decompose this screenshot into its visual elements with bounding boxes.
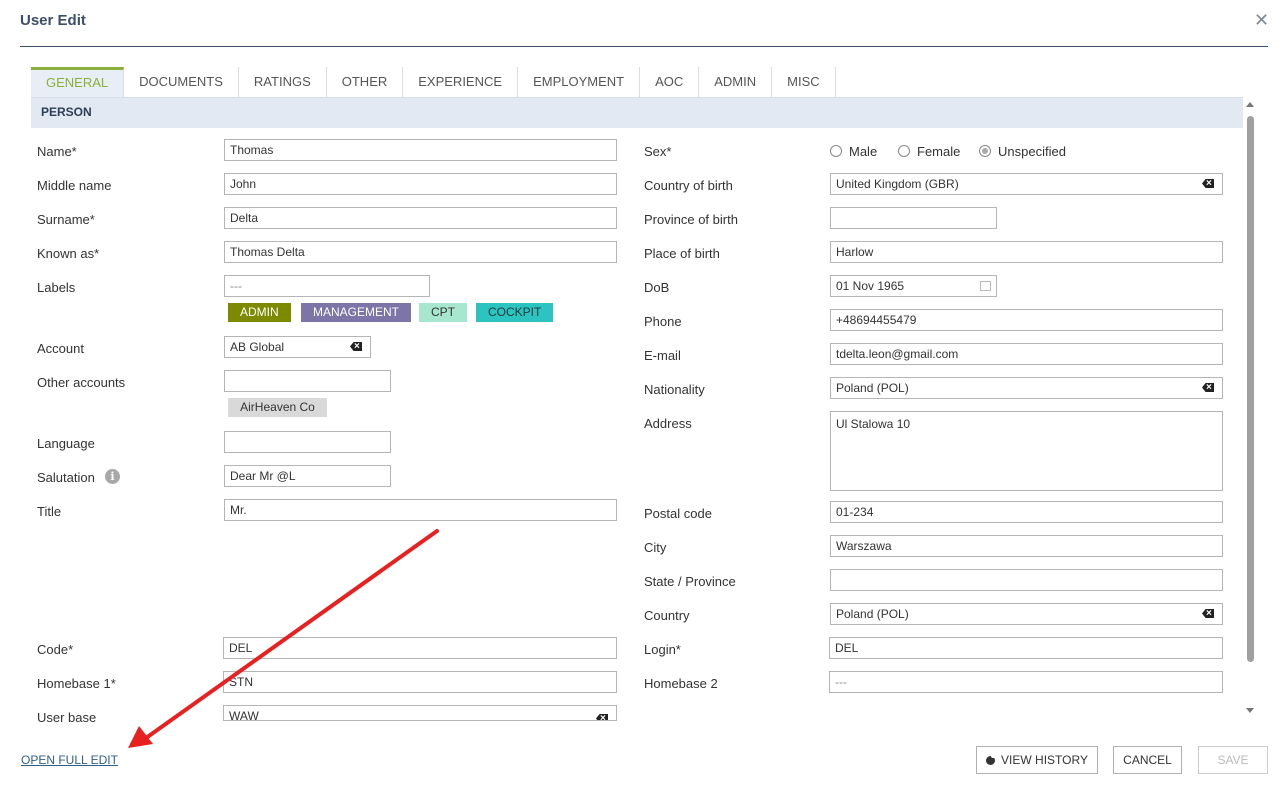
annotation-arrow	[128, 529, 439, 748]
